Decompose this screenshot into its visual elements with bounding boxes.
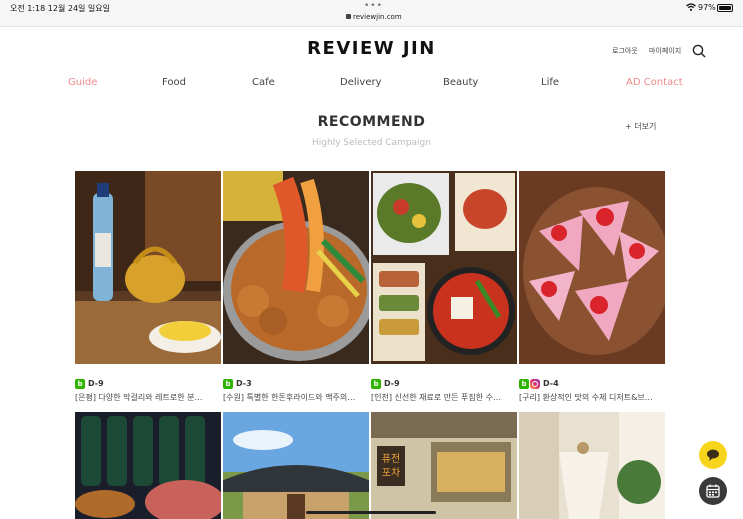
card-title[interactable]: [수원] 특별한 한돈후라이드와 맥주의… (223, 392, 369, 403)
card-badges: b D-4 (519, 373, 559, 389)
wifi-icon (686, 3, 696, 11)
pub-sign-text: 포차 (382, 467, 400, 479)
chat-button[interactable] (699, 441, 727, 469)
more-link[interactable]: + 더보기 (625, 121, 656, 132)
card-image-strawberry-cake[interactable] (519, 171, 665, 364)
card-image-soju-bbq[interactable] (75, 412, 221, 519)
card-badges: b D-9 (75, 373, 104, 389)
instagram-icon (530, 378, 540, 389)
section-subtitle: Highly Selected Campaign (312, 138, 431, 148)
card-image-fusion-pub[interactable]: 퓨전 포차 (371, 412, 517, 519)
card-image-korean-table[interactable] (371, 171, 517, 364)
search-icon[interactable] (692, 44, 706, 58)
battery-percent: 97% (698, 3, 716, 12)
nav-cafe[interactable]: Cafe (252, 77, 275, 88)
pub-sign-text: 퓨전 (382, 453, 400, 465)
status-bar: 오전 1:18 12월 24일 일요일 ••• reviewjin.com 97… (0, 0, 743, 27)
card-title[interactable]: [인천] 신선한 재료로 만든 푸짐한 수… (371, 392, 517, 403)
calendar-button[interactable] (699, 477, 727, 505)
naver-blog-icon: b (371, 378, 381, 389)
card-image-chicken[interactable] (223, 171, 369, 364)
logout-link[interactable]: 로그아웃 (612, 46, 638, 56)
address-bar[interactable]: reviewjin.com (346, 13, 402, 21)
card-dday: D-4 (543, 379, 559, 388)
card-title[interactable]: [은평] 다양한 막걸리와 레트로한 분… (75, 392, 221, 403)
url-text: reviewjin.com (353, 13, 402, 21)
naver-blog-icon: b (75, 378, 85, 389)
mypage-link[interactable]: 마이페이지 (649, 46, 681, 56)
chat-bubble-icon (707, 449, 719, 461)
more-dots-icon[interactable]: ••• (364, 1, 383, 11)
battery-fill (719, 6, 731, 10)
status-time-date: 오전 1:18 12월 24일 일요일 (10, 4, 111, 13)
nav-beauty[interactable]: Beauty (443, 77, 478, 88)
nav-guide[interactable]: Guide (68, 77, 97, 88)
card-dday: D-9 (88, 379, 104, 388)
card-image-makgeolli[interactable] (75, 171, 221, 364)
home-indicator[interactable] (306, 511, 436, 514)
nav-food[interactable]: Food (162, 77, 186, 88)
card-title[interactable]: [구리] 환상적인 맛의 수제 디저트&브… (519, 392, 665, 403)
card-badges: b D-3 (223, 373, 252, 389)
nav-life[interactable]: Life (541, 77, 559, 88)
lock-icon (346, 14, 351, 19)
card-dday: D-9 (384, 379, 400, 388)
naver-blog-icon: b (519, 378, 529, 389)
naver-blog-icon: b (223, 378, 233, 389)
nav-ad-contact[interactable]: AD Contact (626, 77, 683, 88)
nav-delivery[interactable]: Delivery (340, 77, 382, 88)
battery-icon (717, 4, 733, 12)
card-badges: b D-9 (371, 373, 400, 389)
card-image-hanok[interactable] (223, 412, 369, 519)
card-dday: D-3 (236, 379, 252, 388)
card-image-cafe-interior[interactable] (519, 412, 665, 519)
calendar-icon (706, 484, 720, 498)
